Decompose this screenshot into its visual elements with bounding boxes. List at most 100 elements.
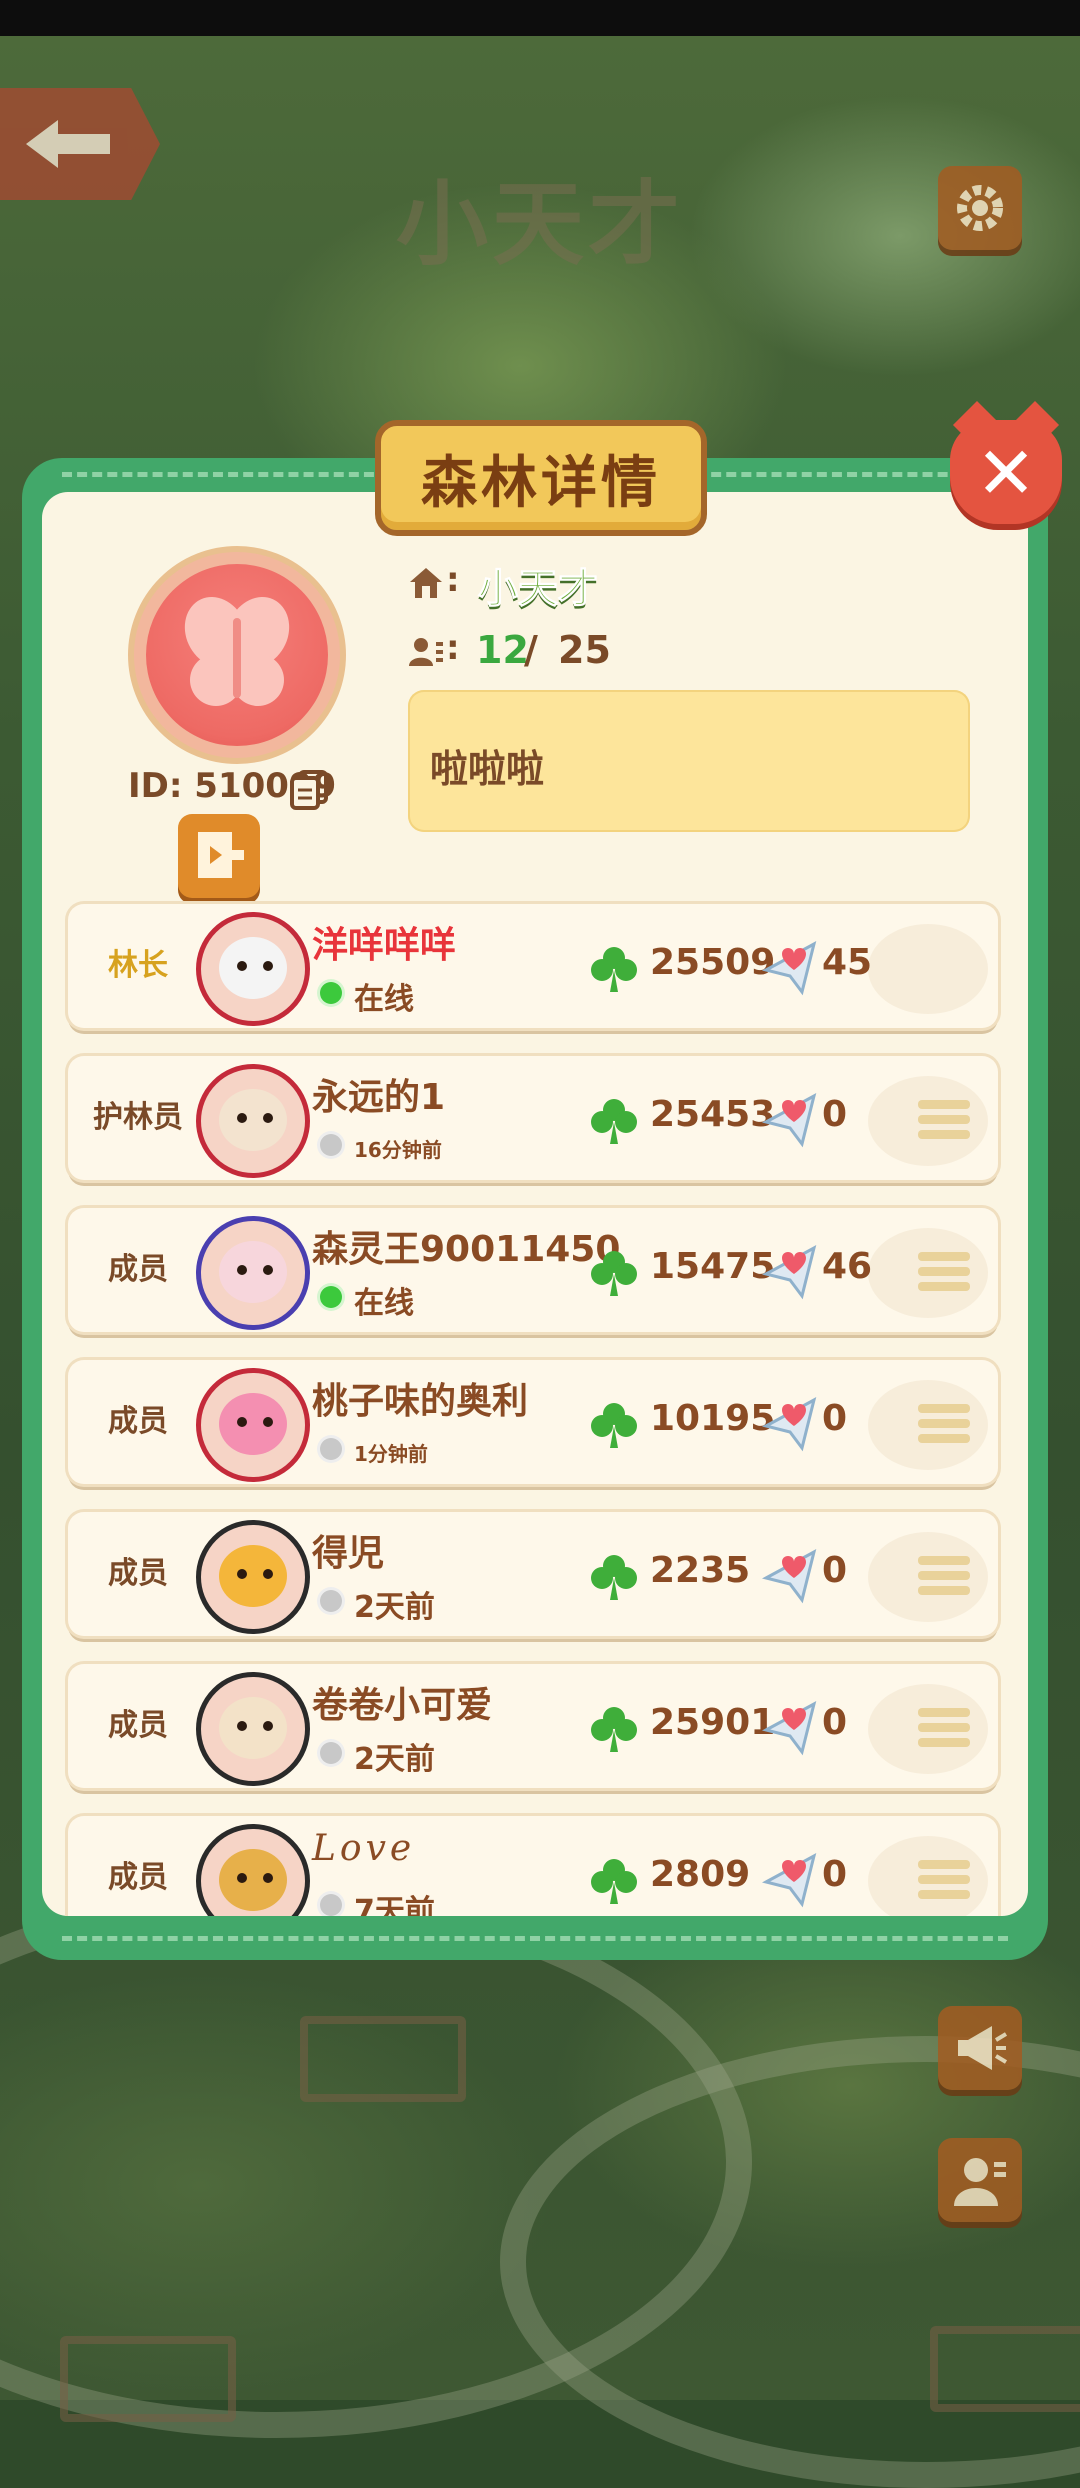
member-clover-count: 25901	[650, 1702, 776, 1743]
menu-icon[interactable]	[918, 1860, 970, 1905]
member-avatar[interactable]	[196, 1064, 310, 1178]
megaphone-icon	[958, 2026, 1008, 2070]
member-status: 16分钟前	[354, 1138, 442, 1162]
map-forest-title: 小天才	[395, 171, 684, 278]
heart-paper-plane-icon	[762, 1397, 817, 1452]
member-row[interactable]: 成员 卷卷小可爱 2天前 25901 0	[68, 1664, 998, 1788]
member-role: 林长	[108, 948, 168, 983]
forest-notice-text: 啦啦啦	[430, 747, 545, 791]
member-name: 卷卷小可爱	[312, 1685, 493, 1726]
member-status: 2天前	[354, 1590, 435, 1625]
clover-icon	[591, 1403, 637, 1448]
member-avatar[interactable]	[196, 912, 310, 1026]
home-icon	[410, 568, 442, 598]
member-row[interactable]: 成员 得児 2天前 2235 0	[68, 1512, 998, 1636]
status-dot	[320, 1438, 342, 1460]
member-clover-count: 15475	[650, 1246, 776, 1287]
member-status: 在线	[354, 982, 414, 1017]
member-status: 7天前	[354, 1894, 435, 1916]
clover-icon	[591, 1251, 637, 1296]
status-dot	[320, 1134, 342, 1156]
member-row[interactable]: 成员 Love 7天前 2809 0	[68, 1816, 998, 1916]
count-colon: :	[446, 628, 460, 668]
member-avatar[interactable]	[196, 1824, 310, 1916]
member-status: 2天前	[354, 1742, 435, 1777]
exit-icon	[198, 832, 244, 878]
member-heart-count: 46	[822, 1246, 873, 1287]
back-button[interactable]	[0, 88, 160, 200]
copy-icon[interactable]	[288, 768, 330, 810]
profile-card-icon	[954, 2158, 1006, 2206]
forest-notice: 啦啦啦	[408, 690, 970, 832]
heart-paper-plane-icon	[762, 941, 817, 996]
menu-icon[interactable]	[918, 1100, 970, 1145]
member-role: 成员	[108, 1556, 168, 1591]
member-status: 1分钟前	[354, 1442, 428, 1466]
heart-paper-plane-icon	[762, 1093, 817, 1148]
status-dot	[320, 1894, 342, 1916]
member-clover-count: 25453	[650, 1094, 776, 1135]
member-avatar[interactable]	[196, 1368, 310, 1482]
menu-icon[interactable]	[918, 1708, 970, 1753]
member-name: 森灵王90011450	[312, 1229, 621, 1270]
clover-icon	[591, 1099, 637, 1144]
status-dot	[320, 1590, 342, 1612]
status-dot	[320, 982, 342, 1004]
member-role: 成员	[108, 1252, 168, 1287]
member-name: 桃子味的奥利	[312, 1381, 529, 1422]
member-role: 成员	[108, 1860, 168, 1895]
forest-emblem	[128, 546, 346, 764]
close-icon: ✕	[975, 431, 1037, 515]
member-count-max: 25	[558, 628, 611, 672]
member-name: Love	[312, 1828, 416, 1869]
member-row[interactable]: 林长 洋咩咩咩在线 25509 45	[68, 904, 998, 1028]
clover-icon	[591, 1859, 637, 1904]
heart-paper-plane-icon	[762, 1549, 817, 1604]
settings-button[interactable]	[938, 166, 1022, 250]
clover-icon	[591, 947, 637, 992]
member-clover-count: 2809	[650, 1854, 751, 1895]
status-dot	[320, 1286, 342, 1308]
butterfly-icon	[184, 596, 290, 706]
heart-paper-plane-icon	[762, 1245, 817, 1300]
member-clover-count: 25509	[650, 942, 776, 983]
member-heart-count: 0	[822, 1854, 848, 1895]
name-colon: :	[446, 560, 460, 600]
member-role: 成员	[108, 1708, 168, 1743]
member-name: 洋咩咩咩	[312, 925, 457, 966]
status-dot	[320, 1742, 342, 1764]
member-name: 得児	[312, 1533, 385, 1574]
member-name: 永远的1	[312, 1077, 446, 1118]
announce-button[interactable]	[938, 2006, 1022, 2090]
forest-name: 小天才	[478, 566, 599, 613]
close-button[interactable]: ✕	[950, 420, 1062, 524]
member-heart-count: 0	[822, 1094, 848, 1135]
member-avatar[interactable]	[196, 1672, 310, 1786]
member-row[interactable]: 成员 森灵王90011450 在线 15475 46	[68, 1208, 998, 1332]
member-heart-count: 0	[822, 1702, 848, 1743]
member-heart-count: 45	[822, 942, 873, 983]
status-bar	[0, 0, 1080, 36]
clover-icon	[591, 1555, 637, 1600]
menu-icon[interactable]	[918, 1556, 970, 1601]
member-avatar[interactable]	[196, 1216, 310, 1330]
menu-icon[interactable]	[918, 1252, 970, 1297]
heart-paper-plane-icon	[762, 1853, 817, 1908]
member-row[interactable]: 成员 桃子味的奥利 1分钟前 10195 0	[68, 1360, 998, 1484]
member-row[interactable]: 护林员 永远的1 16分钟前 25453 0	[68, 1056, 998, 1180]
gear-icon	[957, 185, 1003, 231]
clover-icon	[591, 1707, 637, 1752]
member-avatar[interactable]	[196, 1520, 310, 1634]
member-count-current: 12	[476, 628, 529, 672]
member-role: 护林员	[93, 1100, 183, 1135]
member-clover-count: 2235	[650, 1550, 751, 1591]
heart-paper-plane-icon	[762, 1701, 817, 1756]
member-count-separator: /	[524, 628, 538, 672]
profile-button[interactable]	[938, 2138, 1022, 2222]
member-heart-count: 0	[822, 1398, 848, 1439]
member-role: 成员	[108, 1404, 168, 1439]
menu-icon[interactable]	[918, 1404, 970, 1449]
panel-title: 森林详情	[375, 420, 707, 536]
back-arrow-icon	[26, 120, 110, 168]
member-clover-count: 10195	[650, 1398, 776, 1439]
